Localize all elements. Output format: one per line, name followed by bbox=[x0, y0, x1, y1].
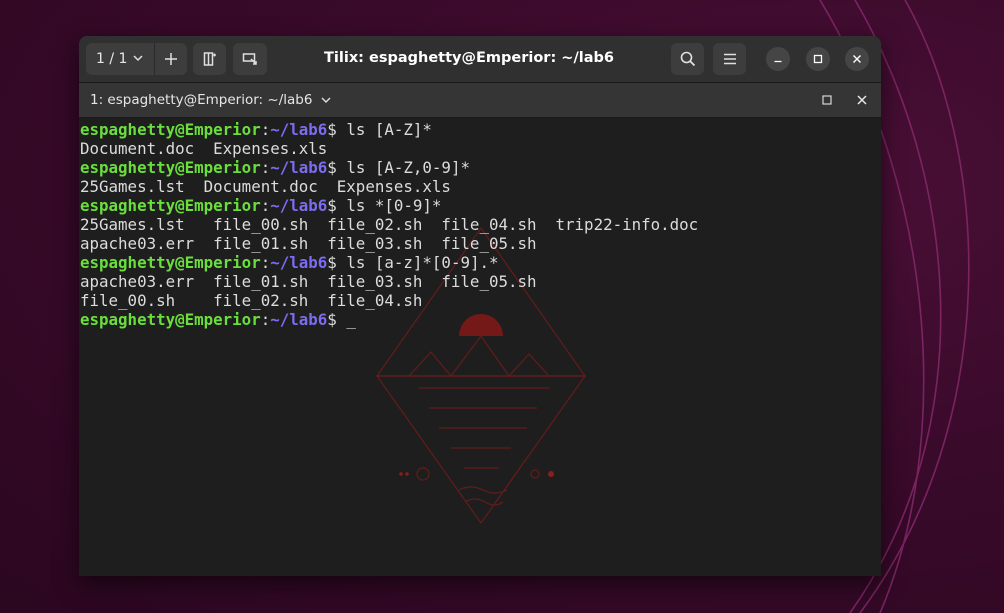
prompt-separator: : bbox=[260, 120, 271, 139]
command-text: ls [A-Z]* bbox=[346, 120, 432, 139]
output-line: file_00.sh file_02.sh file_04.sh bbox=[80, 291, 423, 310]
prompt-end: $ bbox=[327, 158, 347, 177]
prompt-separator: : bbox=[260, 310, 271, 329]
chevron-down-icon bbox=[321, 97, 331, 103]
sync-input-button[interactable] bbox=[233, 43, 267, 75]
search-icon bbox=[680, 51, 695, 67]
minimize-icon bbox=[774, 60, 782, 63]
prompt-end: $ bbox=[327, 310, 347, 329]
output-line: 25Games.lst file_00.sh file_02.sh file_0… bbox=[80, 215, 699, 234]
prompt-end: $ bbox=[327, 253, 347, 272]
terminal-window: 1 / 1 Tilix: espaghetty@Emperior: ~/lab6 bbox=[79, 36, 881, 576]
prompt-path: ~/lab6 bbox=[270, 120, 328, 139]
hamburger-menu-icon bbox=[723, 53, 736, 65]
prompt-user: espaghetty@Emperior bbox=[80, 196, 261, 215]
search-button[interactable] bbox=[671, 43, 704, 75]
prompt-line: espaghetty@Emperior:~/lab6$ ls [a-z]*[0-… bbox=[80, 253, 698, 272]
close-icon bbox=[853, 55, 861, 63]
prompt-path: ~/lab6 bbox=[270, 158, 328, 177]
header-bar: 1 / 1 Tilix: espaghetty@Emperior: ~/lab6 bbox=[79, 36, 881, 83]
terminal-output-area[interactable]: espaghetty@Emperior:~/lab6$ ls [A-Z]* Do… bbox=[79, 118, 881, 576]
terminal-lines: espaghetty@Emperior:~/lab6$ ls [A-Z]* Do… bbox=[80, 120, 698, 329]
prompt-line: espaghetty@Emperior:~/lab6$ ls [A-Z]* bbox=[80, 120, 698, 139]
minimize-button[interactable] bbox=[766, 47, 790, 71]
prompt-line: espaghetty@Emperior:~/lab6$ ls [A-Z,0-9]… bbox=[80, 158, 698, 177]
prompt-separator: : bbox=[260, 158, 271, 177]
terminal-tab-title[interactable]: 1: espaghetty@Emperior: ~/lab6 bbox=[90, 92, 332, 108]
maximize-icon bbox=[813, 54, 823, 64]
terminal-close-icon[interactable] bbox=[856, 94, 868, 106]
output-line: 25Games.lst Document.doc Expenses.xls bbox=[80, 177, 451, 196]
prompt-user: espaghetty@Emperior bbox=[80, 120, 261, 139]
prompt-user: espaghetty@Emperior bbox=[80, 253, 261, 272]
prompt-end: $ bbox=[327, 196, 347, 215]
prompt-path: ~/lab6 bbox=[270, 253, 328, 272]
prompt-user: espaghetty@Emperior bbox=[80, 158, 261, 177]
output-line: Document.doc Expenses.xls bbox=[80, 139, 328, 158]
command-text: ls *[0-9]* bbox=[346, 196, 442, 215]
chevron-down-icon bbox=[133, 55, 143, 62]
prompt-separator: : bbox=[260, 253, 271, 272]
prompt-line: espaghetty@Emperior:~/lab6$ ls *[0-9]* bbox=[80, 196, 698, 215]
window-title: Tilix: espaghetty@Emperior: ~/lab6 bbox=[324, 50, 614, 66]
sync-input-icon bbox=[242, 53, 257, 65]
split-terminal-icon bbox=[203, 52, 216, 66]
maximize-button[interactable] bbox=[806, 47, 830, 71]
terminal-cursor: _ bbox=[346, 310, 356, 329]
session-label: 1 / 1 bbox=[96, 51, 128, 67]
prompt-path: ~/lab6 bbox=[270, 310, 328, 329]
plus-icon bbox=[165, 53, 177, 65]
close-button[interactable] bbox=[845, 47, 869, 71]
menu-button[interactable] bbox=[713, 43, 746, 75]
terminal-maximize-icon[interactable] bbox=[821, 94, 833, 106]
command-text: ls [A-Z,0-9]* bbox=[346, 158, 470, 177]
prompt-end: $ bbox=[327, 120, 347, 139]
prompt-user: espaghetty@Emperior bbox=[80, 310, 261, 329]
terminal-tab-label: 1: espaghetty@Emperior: ~/lab6 bbox=[90, 92, 313, 108]
output-line: apache03.err file_01.sh file_03.sh file_… bbox=[80, 234, 537, 253]
command-text: ls [a-z]*[0-9].* bbox=[346, 253, 499, 272]
prompt-line: espaghetty@Emperior:~/lab6$ _ bbox=[80, 310, 698, 329]
session-switcher-button[interactable]: 1 / 1 bbox=[86, 43, 154, 75]
add-terminal-button[interactable] bbox=[154, 43, 187, 75]
terminal-tab-bar: 1: espaghetty@Emperior: ~/lab6 bbox=[79, 83, 881, 118]
split-terminal-button[interactable] bbox=[193, 43, 226, 75]
prompt-path: ~/lab6 bbox=[270, 196, 328, 215]
output-line: apache03.err file_01.sh file_03.sh file_… bbox=[80, 272, 537, 291]
prompt-separator: : bbox=[260, 196, 271, 215]
